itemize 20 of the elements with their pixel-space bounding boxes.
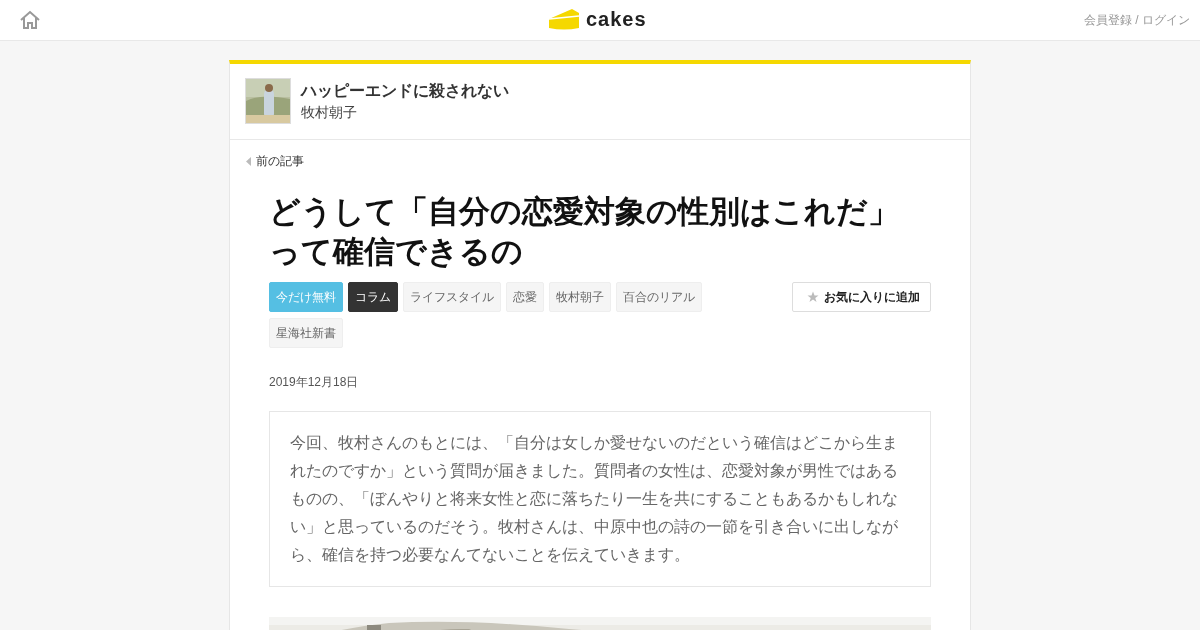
- favorite-button[interactable]: お気に入りに追加: [792, 282, 931, 312]
- previous-article-link[interactable]: 前の記事: [246, 153, 304, 170]
- series-author[interactable]: 牧村朝子: [301, 103, 509, 122]
- tag[interactable]: 恋愛: [506, 282, 544, 312]
- tag[interactable]: 牧村朝子: [549, 282, 611, 312]
- account-link[interactable]: 会員登録 / ログイン: [1084, 11, 1190, 29]
- cake-icon: [548, 7, 580, 31]
- series-title[interactable]: ハッピーエンドに殺されない: [301, 80, 509, 102]
- tag[interactable]: コラム: [348, 282, 398, 312]
- publish-date: 2019年12月18日: [269, 374, 360, 391]
- star-icon: [807, 291, 819, 303]
- tag[interactable]: 百合のリアル: [616, 282, 702, 312]
- tag[interactable]: ライフスタイル: [403, 282, 501, 312]
- logo[interactable]: cakes: [548, 7, 647, 31]
- caret-icon: [246, 157, 251, 166]
- home-icon[interactable]: [19, 10, 41, 30]
- article-title: どうして「自分の恋愛対象の性別はこれだ」って確信できるの: [269, 193, 900, 271]
- lead-paragraph: 今回、牧村さんのもとには、「自分は女しか愛せないのだという確信はどこから生まれたのですか」という質問が届きました。質問者の女性は、恋愛対象が男性ではあるものの、「ぼんやりと将来女性と恋に落ちたり一生を共にすることもあるかもしれない」と思っているのだそう。牧村さんは、中原中也の詩の一節を引き合いに出しながら、確信を持つ必要なんてないことを伝えていきます。: [290, 433, 899, 565]
- logo-text: cakes: [586, 7, 647, 31]
- tag[interactable]: 星海社新書: [269, 318, 343, 348]
